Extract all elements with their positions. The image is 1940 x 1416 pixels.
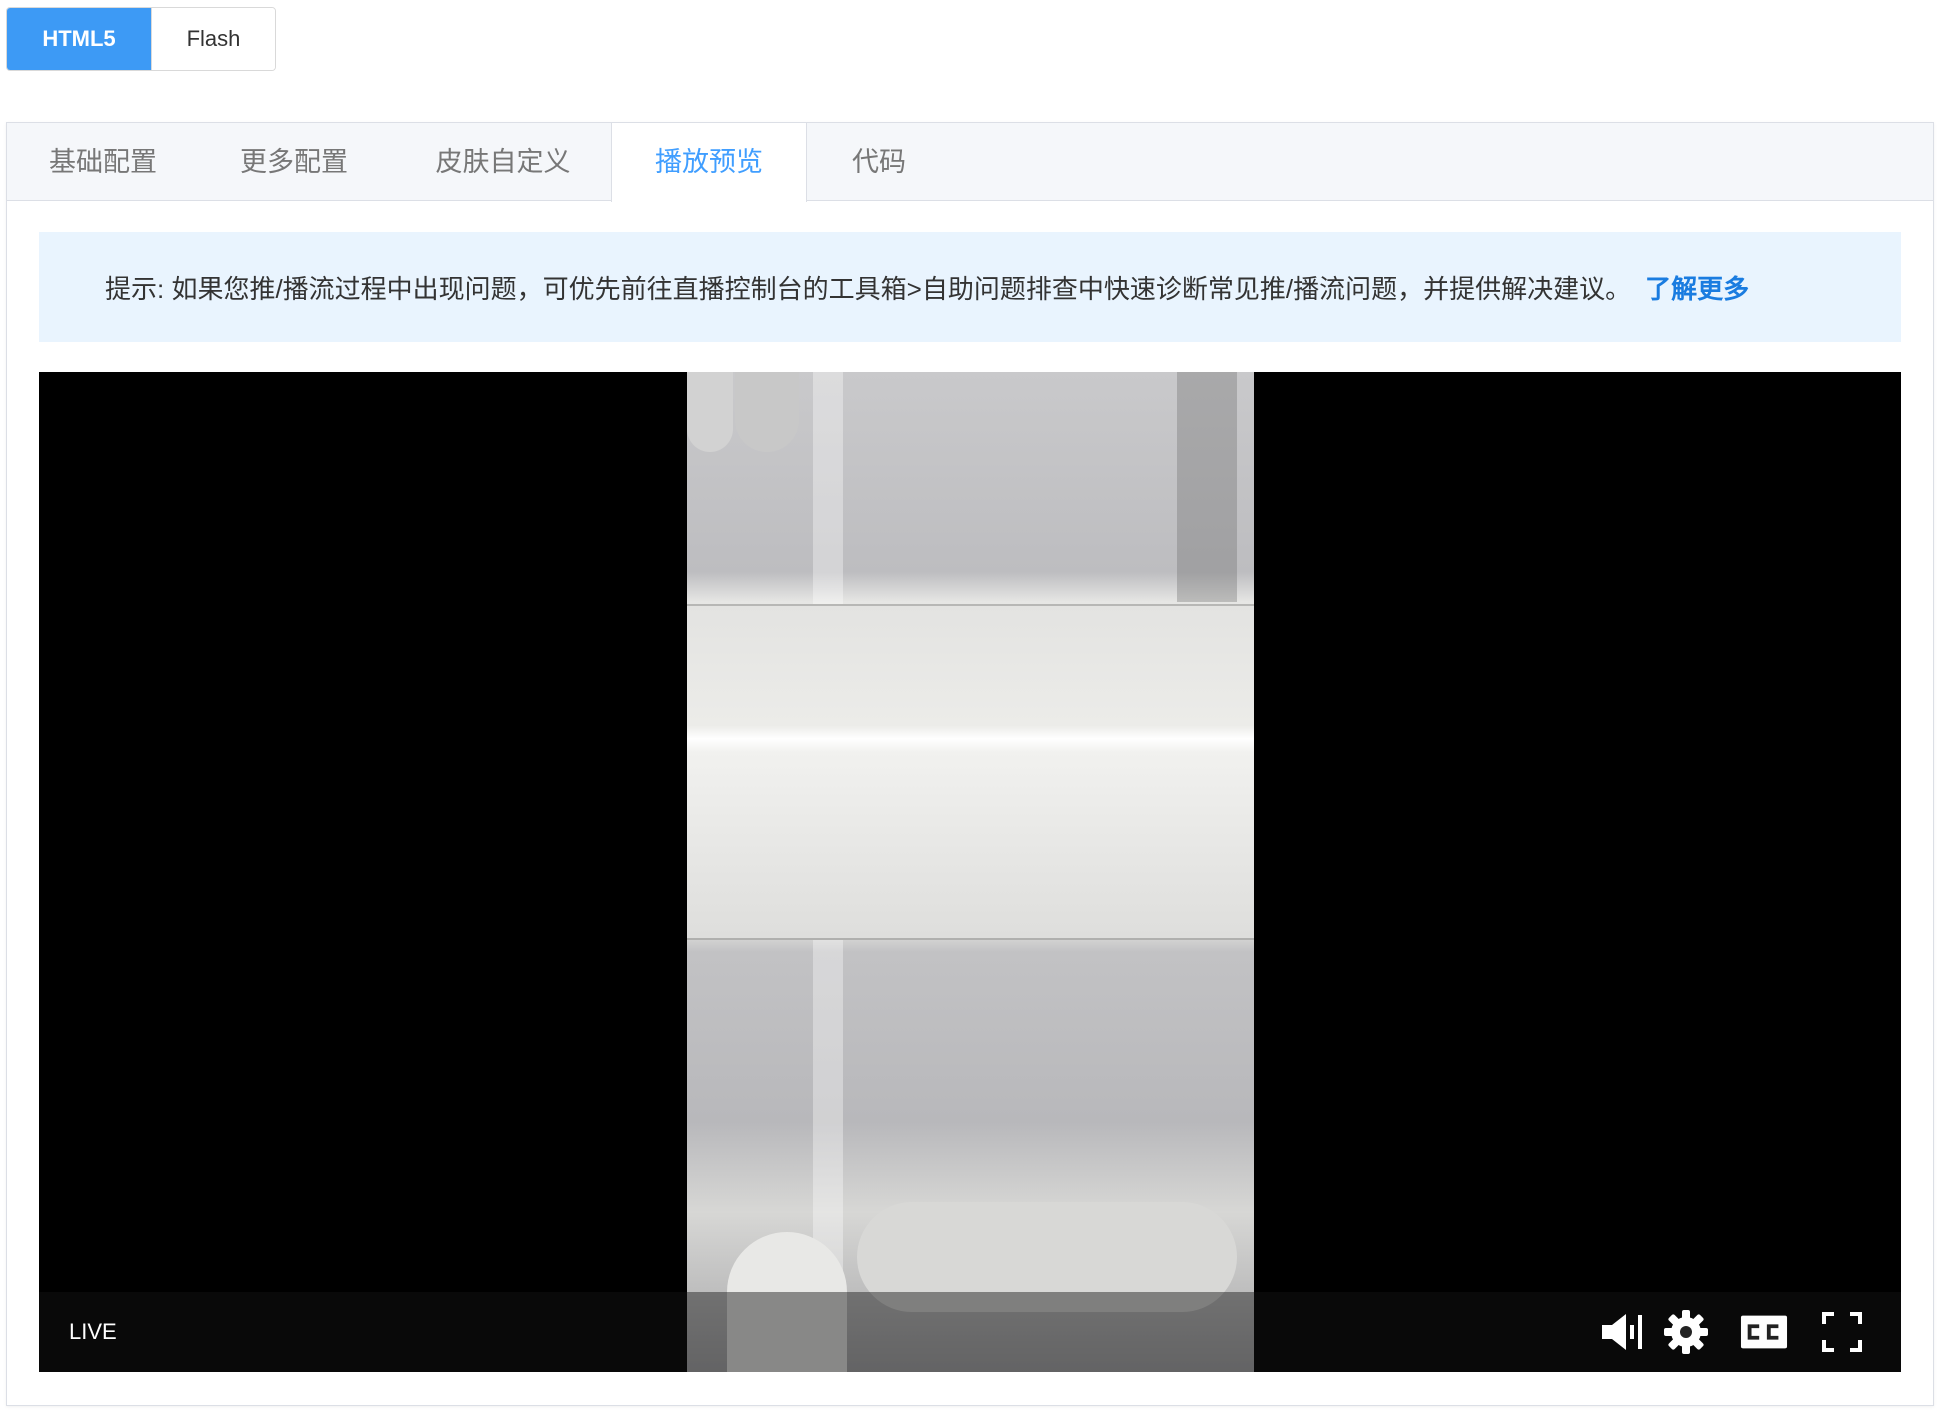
tip-banner: 提示: 如果您推/播流过程中出现问题，可优先前往直播控制台的工具箱>自助问题排查…: [39, 232, 1901, 342]
tab-bar: 基础配置 更多配置 皮肤自定义 播放预览 代码: [7, 123, 1933, 202]
video-player[interactable]: LIVE: [39, 372, 1901, 1372]
tab-play-preview[interactable]: 播放预览: [611, 123, 807, 202]
tab-basic-config[interactable]: 基础配置: [7, 123, 199, 201]
player-mode-toggle: HTML5 Flash: [6, 7, 276, 71]
captions-icon[interactable]: [1740, 1308, 1788, 1356]
control-bar: LIVE: [39, 1292, 1901, 1372]
settings-icon[interactable]: [1662, 1308, 1710, 1356]
tab-skin-custom[interactable]: 皮肤自定义: [389, 123, 617, 201]
tab-code[interactable]: 代码: [807, 123, 951, 201]
video-frame: [687, 372, 1254, 1372]
fullscreen-icon[interactable]: [1818, 1308, 1866, 1356]
flash-button[interactable]: Flash: [151, 8, 275, 70]
volume-icon[interactable]: [1599, 1308, 1647, 1356]
learn-more-link[interactable]: 了解更多: [1645, 269, 1749, 306]
tab-more-config[interactable]: 更多配置: [199, 123, 389, 201]
live-label: LIVE: [69, 1319, 117, 1344]
config-panel: 基础配置 更多配置 皮肤自定义 播放预览 代码 提示: 如果您推/播流过程中出现…: [6, 122, 1934, 1406]
tip-text: 提示: 如果您推/播流过程中出现问题，可优先前往直播控制台的工具箱>自助问题排查…: [105, 273, 1632, 304]
html5-button[interactable]: HTML5: [7, 8, 151, 70]
